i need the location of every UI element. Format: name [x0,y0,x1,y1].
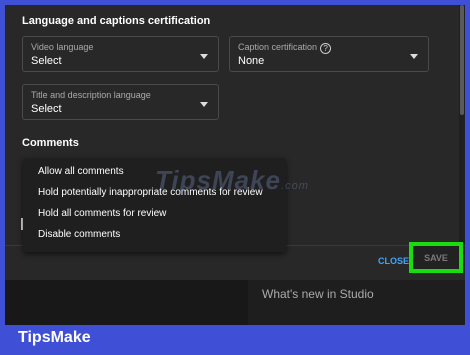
chevron-down-icon [200,102,208,107]
brand-logo-text: TipsMake [18,329,91,346]
video-language-value: Select [31,55,62,67]
menu-item-hold-all[interactable]: Hold all comments for review [38,208,166,219]
help-icon[interactable]: ? [320,43,332,54]
video-language-select[interactable]: Video language Select [22,36,219,72]
title-description-language-select[interactable]: Title and description language Select [22,84,219,120]
save-button[interactable]: SAVE [413,253,459,263]
watermark-suffix: .com [281,180,309,192]
whats-new-panel[interactable]: What's new in Studio [248,280,465,325]
whats-new-title: What's new in Studio [262,287,374,301]
language-section-title: Language and captions certification [22,15,211,27]
close-button[interactable]: CLOSE [378,256,409,266]
watermark-text: TipsMake [155,165,282,195]
scrollbar[interactable] [459,5,465,245]
chevron-down-icon [200,54,208,59]
menu-item-disable[interactable]: Disable comments [38,229,120,240]
caption-certification-label: Caption certification [238,42,318,52]
scrollbar-thumb[interactable] [460,5,464,115]
menu-item-allow-all[interactable]: Allow all comments [38,166,124,177]
title-description-language-label: Title and description language [31,90,151,100]
caption-certification-label-wrap: Caption certification? [238,42,332,54]
caption-certification-select[interactable]: Caption certification? None [229,36,429,72]
video-language-label: Video language [31,42,94,52]
caption-certification-value: None [238,55,265,67]
comments-section-title: Comments [22,137,79,149]
watermark: TipsMake.com [155,165,309,196]
save-button-highlight[interactable]: SAVE [409,242,463,273]
chevron-down-icon [410,54,418,59]
title-description-language-value: Select [31,103,62,115]
app-window: Language and captions certification Vide… [5,5,465,325]
